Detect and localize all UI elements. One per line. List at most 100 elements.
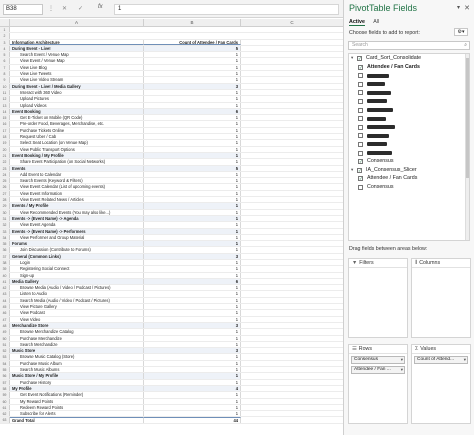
- cell-b[interactable]: 1: [144, 209, 241, 215]
- field-list-item[interactable]: [349, 106, 469, 115]
- cell-a[interactable]: View Live Blog: [10, 64, 144, 71]
- cell-b[interactable]: 1: [144, 329, 241, 335]
- cell-a[interactable]: Pre-order Food, Beverages, Merchandise, …: [10, 121, 144, 127]
- cell-b[interactable]: 1: [144, 272, 241, 278]
- cell-b[interactable]: 1: [144, 360, 241, 367]
- field-checkbox[interactable]: ✓: [357, 56, 362, 61]
- field-list-item[interactable]: ✓ Attendee / Fan Cards: [349, 63, 469, 72]
- cell-b[interactable]: 1: [144, 71, 241, 77]
- column-header-c[interactable]: C: [241, 19, 343, 27]
- field-list-item[interactable]: [349, 140, 469, 149]
- cell-a[interactable]: Search Merchandize: [10, 341, 144, 348]
- cell-b[interactable]: 1: [144, 297, 241, 304]
- row-number[interactable]: 9: [0, 77, 10, 83]
- row-number[interactable]: 36: [0, 247, 10, 253]
- cell-c[interactable]: [241, 40, 343, 45]
- cell-a[interactable]: Events: [10, 165, 144, 171]
- cell-a[interactable]: View Event Information: [10, 190, 144, 197]
- row-number[interactable]: 56: [0, 373, 10, 379]
- cell-a[interactable]: Login: [10, 259, 144, 266]
- cell-c[interactable]: [241, 399, 343, 404]
- field-checkbox[interactable]: [358, 90, 363, 96]
- row-number[interactable]: 60: [0, 398, 10, 404]
- cell-b[interactable]: 1: [144, 335, 241, 341]
- cell-b[interactable]: 1: [144, 259, 241, 266]
- cell-a[interactable]: View Event / Venue Map: [10, 58, 144, 64]
- field-checkbox[interactable]: [358, 116, 363, 122]
- cell-b[interactable]: 1: [144, 291, 241, 297]
- cell-c[interactable]: [241, 140, 343, 145]
- cell-c[interactable]: [241, 342, 343, 347]
- cell-c[interactable]: [241, 298, 343, 303]
- cell-a[interactable]: Forums: [10, 241, 144, 247]
- cell-b[interactable]: 1: [144, 140, 241, 146]
- row-number[interactable]: 54: [0, 360, 10, 367]
- cell-a[interactable]: My Profile: [10, 385, 144, 392]
- cell-b[interactable]: 3: [144, 253, 241, 259]
- chevron-down-icon[interactable]: ▾: [464, 357, 466, 363]
- cell-b[interactable]: 1: [144, 171, 241, 178]
- cell-c[interactable]: [241, 260, 343, 265]
- cell-c[interactable]: [241, 65, 343, 70]
- field-checkbox[interactable]: [358, 81, 363, 87]
- cell-c[interactable]: [241, 159, 343, 164]
- cell-b[interactable]: 1: [144, 134, 241, 140]
- cell-c[interactable]: [241, 210, 343, 215]
- values-area[interactable]: Σ Values Count of Attend... ▾: [411, 344, 471, 424]
- cell-c[interactable]: [241, 336, 343, 341]
- cell-a[interactable]: View Event Calendar (List of upcoming ev…: [10, 184, 144, 190]
- column-header-a[interactable]: A: [10, 19, 144, 27]
- cell-b[interactable]: 1: [144, 222, 241, 228]
- select-all-corner[interactable]: [0, 19, 10, 27]
- cell-a[interactable]: Redeem Reward Points: [10, 404, 144, 411]
- cell-c[interactable]: [241, 58, 343, 63]
- cell-a[interactable]: Media Gallery: [10, 278, 144, 285]
- cell-c[interactable]: [241, 52, 343, 57]
- row-number[interactable]: 3: [0, 39, 10, 45]
- cell-a[interactable]: Events / My Profile: [10, 203, 144, 209]
- cell-c[interactable]: [241, 77, 343, 82]
- row-number[interactable]: 43: [0, 291, 10, 297]
- cell-c[interactable]: [241, 392, 343, 397]
- row-number[interactable]: 19: [0, 140, 10, 146]
- cell-c[interactable]: [241, 279, 343, 284]
- cell-b[interactable]: [144, 33, 241, 38]
- cell-b[interactable]: 1: [144, 241, 241, 247]
- cell-a[interactable]: Upload Pictures: [10, 96, 144, 102]
- chevron-down-icon[interactable]: ▾: [401, 367, 403, 373]
- cell-a[interactable]: [10, 27, 144, 32]
- cell-a[interactable]: View Video: [10, 316, 144, 322]
- close-icon[interactable]: ✕: [464, 4, 470, 12]
- cell-a[interactable]: Search Music Albums: [10, 367, 144, 373]
- cell-b[interactable]: 4: [144, 385, 241, 392]
- row-number[interactable]: 15: [0, 115, 10, 121]
- cell-c[interactable]: [241, 153, 343, 158]
- cell-b[interactable]: 1: [144, 152, 241, 159]
- row-number[interactable]: 35: [0, 241, 10, 247]
- field-checkbox[interactable]: [358, 107, 363, 113]
- field-checkbox[interactable]: ✓: [358, 159, 363, 165]
- cell-b[interactable]: 6: [144, 278, 241, 285]
- field-list-item[interactable]: [349, 97, 469, 106]
- field-list-item[interactable]: [349, 131, 469, 140]
- cell-a[interactable]: View Public Transport Options: [10, 146, 144, 152]
- field-list-item[interactable]: ✓ Consensus: [349, 157, 469, 166]
- cell-c[interactable]: [241, 229, 343, 234]
- cell-a[interactable]: Sign-up: [10, 272, 144, 278]
- row-number[interactable]: 13: [0, 102, 10, 108]
- cell-a[interactable]: Upload Videos: [10, 102, 144, 108]
- cell-c[interactable]: [241, 373, 343, 378]
- cell-b[interactable]: 1: [144, 96, 241, 102]
- collapse-icon[interactable]: ▾: [351, 54, 353, 63]
- row-number[interactable]: 1: [0, 27, 10, 33]
- cell-b[interactable]: 5: [144, 165, 241, 171]
- field-checkbox[interactable]: ✓: [357, 167, 362, 173]
- cell-b[interactable]: 1: [144, 341, 241, 348]
- row-number[interactable]: 39: [0, 266, 10, 272]
- cell-a[interactable]: Search Event / Venue Map: [10, 52, 144, 58]
- cell-a[interactable]: Browse Media (Audio / Video / Podcast / …: [10, 285, 144, 291]
- cell-b[interactable]: 1: [144, 115, 241, 121]
- cell-c[interactable]: [241, 304, 343, 309]
- cell-b[interactable]: 1: [144, 392, 241, 398]
- row-number[interactable]: 47: [0, 316, 10, 322]
